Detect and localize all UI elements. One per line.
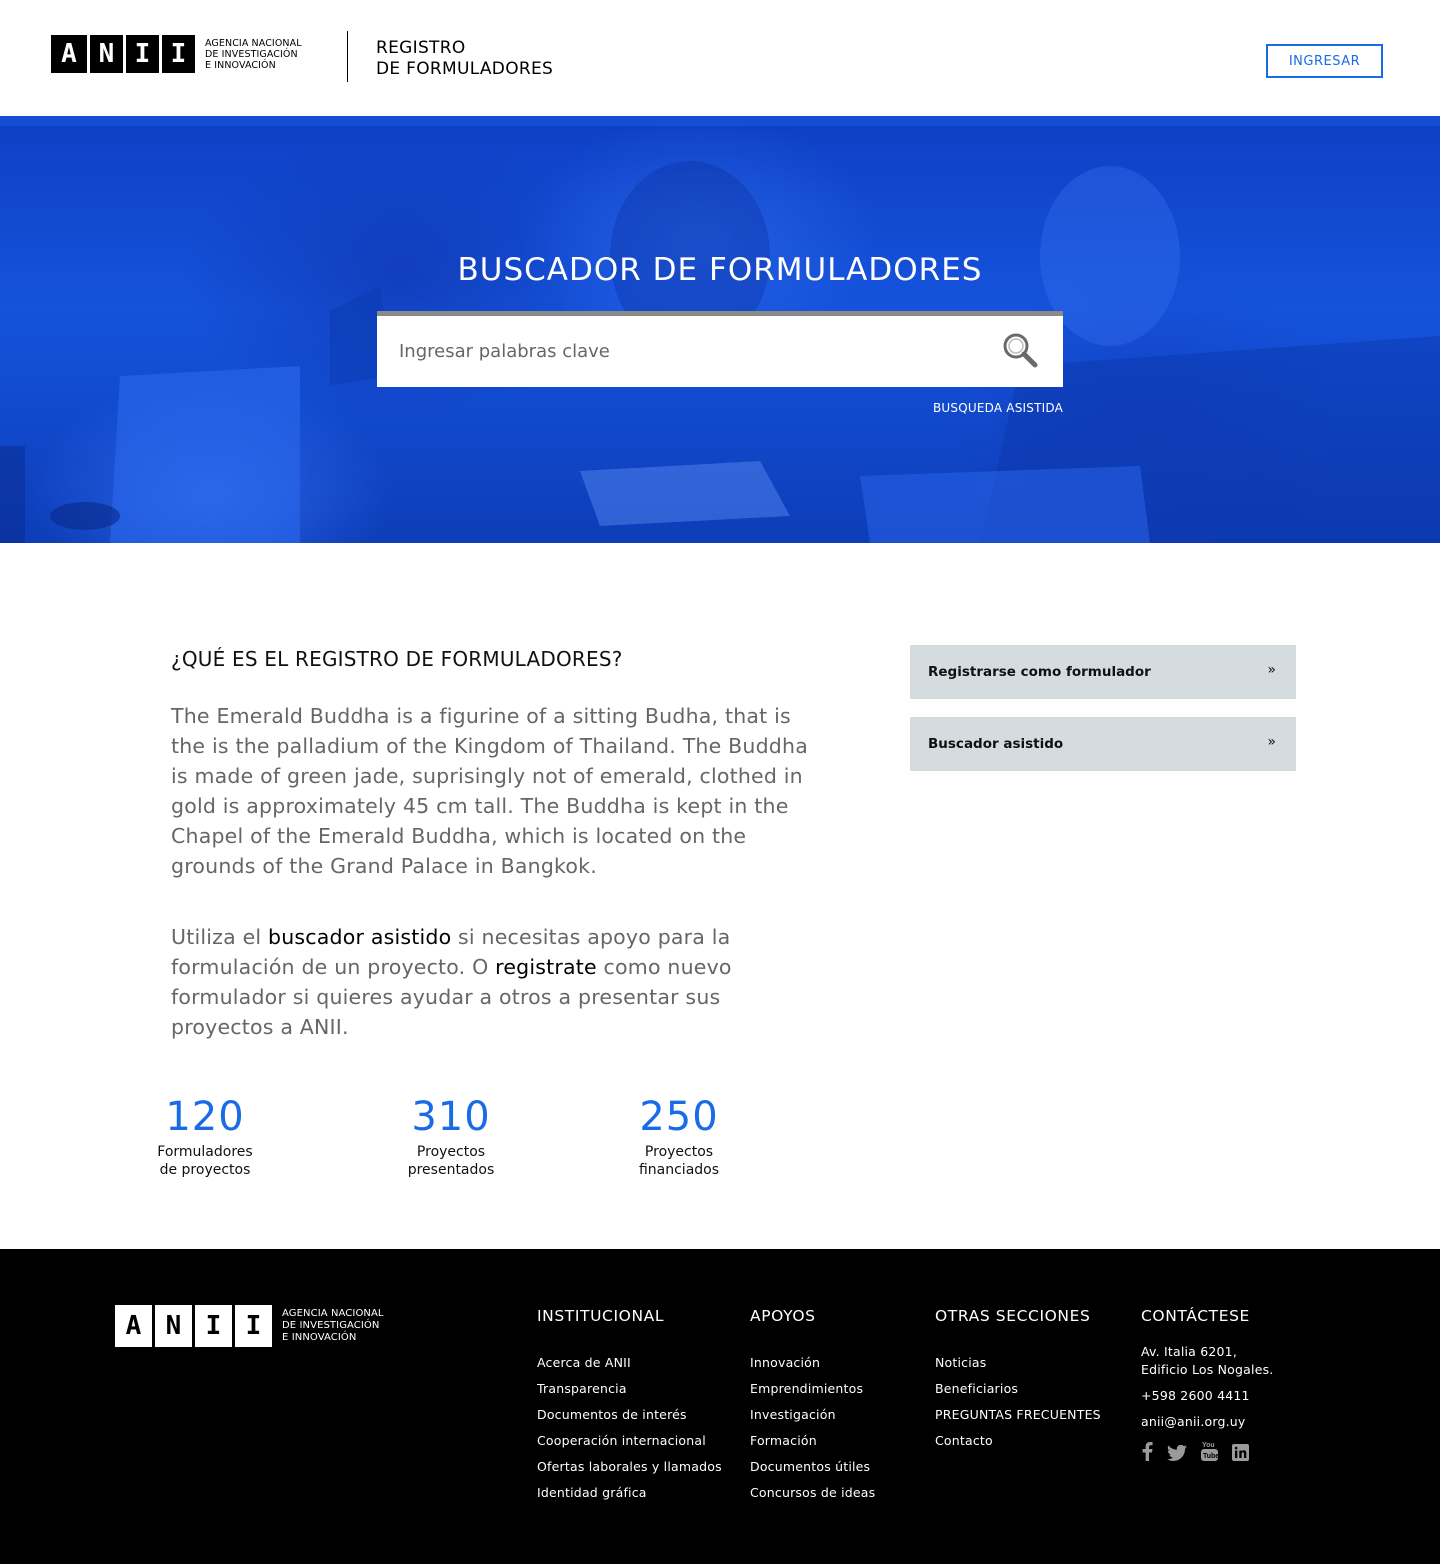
footer-link[interactable]: Cooperación internacional (537, 1428, 722, 1454)
logo-letters: A N I I (51, 35, 195, 73)
site-title-line2: DE FORMULADORES (376, 59, 554, 79)
stat-label: Formuladores de proyectos (115, 1143, 295, 1179)
stat-projects-presented: 310 Proyectos presentados (361, 1095, 541, 1179)
help-text: Utiliza el (171, 925, 268, 949)
logo-letters: A N I I (115, 1305, 272, 1347)
stat-label: Proyectos presentados (361, 1143, 541, 1179)
assisted-search-button[interactable]: Buscador asistido » (910, 717, 1296, 771)
footer-link[interactable]: Concursos de ideas (750, 1480, 875, 1506)
footer-link[interactable]: Beneficiarios (935, 1376, 1101, 1402)
stat-value: 250 (639, 1094, 719, 1140)
header-divider (347, 31, 348, 82)
footer-col-title: INSTITUCIONAL (537, 1307, 665, 1325)
logo-letter: I (235, 1305, 272, 1347)
logo-letter: I (123, 35, 159, 73)
assisted-search-inline-link[interactable]: buscador asistido (268, 925, 451, 949)
button-label: Registrarse como formulador (928, 664, 1151, 680)
assisted-search-link[interactable]: BUSQUEDA ASISTIDA (933, 401, 1063, 415)
logo-letter: N (87, 35, 123, 73)
login-button[interactable]: INGRESAR (1266, 44, 1383, 78)
logo-text-line: DE INVESTIGACIÓN (282, 1320, 380, 1331)
facebook-icon[interactable] (1141, 1442, 1153, 1461)
footer-link[interactable]: Documentos de interés (537, 1402, 722, 1428)
stat-label-line: Formuladores (157, 1144, 253, 1160)
logo-text: AGENCIA NACIONAL DE INVESTIGACIÓN E INNO… (205, 38, 302, 71)
footer-link[interactable]: Ofertas laborales y llamados (537, 1454, 722, 1480)
footer-link[interactable]: Emprendimientos (750, 1376, 875, 1402)
chevron-right-icon: » (1267, 662, 1276, 678)
footer-logo[interactable]: A N I I AGENCIA NACIONAL DE INVESTIGACIÓ… (115, 1305, 384, 1347)
logo-letter: N (155, 1305, 192, 1347)
site-title-line1: REGISTRO (376, 38, 466, 58)
chevron-right-icon: » (1267, 734, 1276, 750)
logo-letter: A (115, 1305, 152, 1347)
search-input[interactable] (399, 330, 959, 372)
button-label: Buscador asistido (928, 736, 1064, 752)
footer-col-otras-secciones: OTRAS SECCIONES Noticias Beneficiarios P… (935, 1307, 1101, 1454)
intro-paragraph: The Emerald Buddha is a figurine of a si… (171, 704, 808, 878)
stat-projects-funded: 250 Proyectos financiados (589, 1095, 769, 1179)
footer-col-title: OTRAS SECCIONES (935, 1307, 1091, 1325)
search-icon[interactable] (1002, 332, 1038, 368)
contact-address: Av. Italia 6201, Edificio Los Nogales. (1141, 1343, 1273, 1379)
footer-link[interactable]: Formación (750, 1428, 875, 1454)
footer-col-institucional: INSTITUCIONAL Acerca de ANII Transparenc… (537, 1307, 722, 1506)
footer-col-apoyos: APOYOS Innovación Emprendimientos Invest… (750, 1307, 875, 1506)
twitter-icon[interactable] (1167, 1445, 1187, 1461)
stat-label-line: de proyectos (159, 1162, 251, 1178)
stat-value: 120 (165, 1094, 245, 1140)
logo-text-line: E INNOVACIÓN (205, 59, 276, 71)
footer-link[interactable]: Innovación (750, 1350, 875, 1376)
stat-label-line: presentados (407, 1162, 495, 1178)
anii-logo[interactable]: A N I I AGENCIA NACIONAL DE INVESTIGACIÓ… (51, 35, 302, 73)
register-inline-link[interactable]: registrate (495, 955, 597, 979)
footer-link[interactable]: Acerca de ANII (537, 1350, 722, 1376)
footer-link[interactable]: PREGUNTAS FRECUENTES (935, 1402, 1101, 1428)
address-line: Av. Italia 6201, (1141, 1344, 1238, 1359)
logo-text-line: E INNOVACIÓN (282, 1332, 357, 1343)
stat-label-line: financiados (638, 1162, 720, 1178)
logo-text-line: AGENCIA NACIONAL (282, 1308, 384, 1319)
hero-title: BUSCADOR DE FORMULADORES (457, 252, 983, 288)
logo-text-line: DE INVESTIGACIÓN (205, 48, 298, 60)
linkedin-icon[interactable] (1232, 1444, 1249, 1461)
footer-col-title: CONTÁCTESE (1141, 1307, 1250, 1325)
footer-col-title: APOYOS (750, 1307, 816, 1325)
contact-phone[interactable]: +598 2600 4411 (1141, 1387, 1273, 1405)
svg-text:Tube: Tube (1203, 1453, 1218, 1460)
stat-value: 310 (411, 1094, 491, 1140)
footer-col-contacto: CONTÁCTESE Av. Italia 6201, Edificio Los… (1141, 1307, 1273, 1461)
social-links: You Tube (1141, 1441, 1273, 1461)
register-formulator-button[interactable]: Registrarse como formulador » (910, 645, 1296, 699)
site-header: A N I I AGENCIA NACIONAL DE INVESTIGACIÓ… (0, 0, 1440, 116)
footer-link[interactable]: Transparencia (537, 1376, 722, 1402)
stat-formulators: 120 Formuladores de proyectos (115, 1095, 295, 1179)
logo-text-line: AGENCIA NACIONAL (205, 37, 302, 49)
svg-text:You: You (1202, 1442, 1215, 1449)
address-line: Edificio Los Nogales. (1141, 1362, 1274, 1377)
stat-label: Proyectos financiados (589, 1143, 769, 1179)
logo-text: AGENCIA NACIONAL DE INVESTIGACIÓN E INNO… (282, 1308, 384, 1344)
footer-link[interactable]: Noticias (935, 1350, 1101, 1376)
stat-label-line: Proyectos (416, 1144, 486, 1160)
logo-letter: I (159, 35, 195, 73)
section-heading: ¿QUÉ ES EL REGISTRO DE FORMULADORES? (171, 647, 623, 671)
stat-label-line: Proyectos (644, 1144, 714, 1160)
contact-email[interactable]: anii@anii.org.uy (1141, 1413, 1273, 1431)
footer-link[interactable]: Investigación (750, 1402, 875, 1428)
youtube-icon[interactable]: You Tube (1201, 1441, 1218, 1461)
logo-letter: A (51, 35, 87, 73)
footer-link[interactable]: Identidad gráfica (537, 1480, 722, 1506)
help-paragraph: Utiliza el buscador asistido si necesita… (171, 922, 771, 1042)
footer-link[interactable]: Documentos útiles (750, 1454, 875, 1480)
hero-banner: BUSCADOR DE FORMULADORES BUSQUEDA ASISTI… (0, 116, 1440, 543)
site-title: REGISTRO DE FORMULADORES (376, 38, 553, 80)
footer-link[interactable]: Contacto (935, 1428, 1101, 1454)
site-footer: A N I I AGENCIA NACIONAL DE INVESTIGACIÓ… (0, 1249, 1440, 1564)
search-box (377, 311, 1063, 387)
logo-letter: I (195, 1305, 232, 1347)
